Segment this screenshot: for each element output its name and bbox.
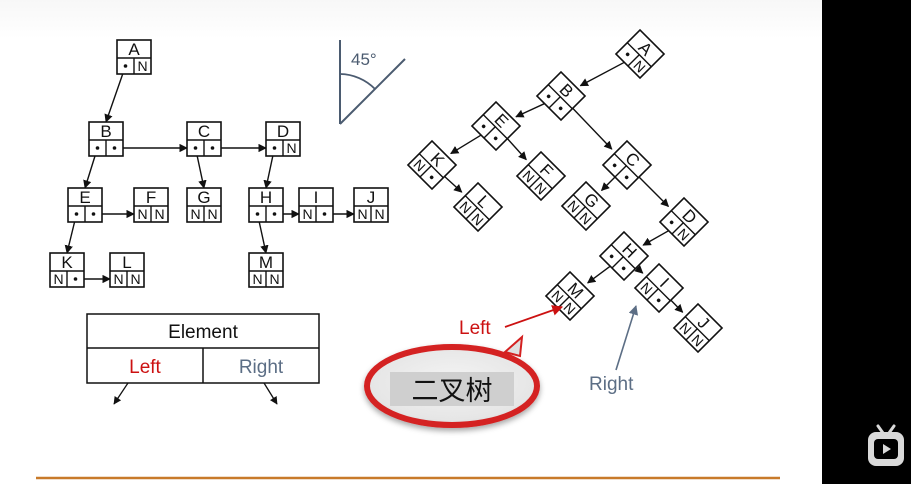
tree-node-label: E — [79, 188, 90, 207]
tree-node-label: G — [197, 188, 210, 207]
tree-left-null: N — [190, 206, 200, 222]
node-legend-element: Element — [168, 322, 238, 343]
tree-node-label: I — [314, 188, 319, 207]
tree-node-label: C — [198, 122, 210, 141]
left-pointer-arrow — [504, 305, 564, 328]
tree-left-pointer-dot — [95, 146, 100, 150]
tree-left-null: N — [113, 271, 123, 287]
tree-left-null: N — [137, 206, 147, 222]
tree-node-j: JN N — [353, 187, 389, 223]
rotation-angle-indicator: 45° — [339, 40, 406, 125]
tree-left-null: N — [302, 206, 312, 222]
tree-node-b: B — [88, 121, 124, 157]
binary-node-k: KN — [406, 139, 458, 191]
tree-left-pointer-dot — [74, 212, 79, 216]
binary-tree-callout: 二叉树 — [364, 334, 540, 428]
tree-left-null: N — [252, 271, 262, 287]
tree-node-label: L — [122, 253, 131, 272]
binary-node-a: AN — [614, 28, 666, 80]
binary-node-h: H — [598, 230, 650, 282]
tree-right-null: N — [207, 206, 217, 222]
left-pointer-label: Left — [459, 318, 491, 339]
tree-node-a: AN — [116, 39, 152, 75]
tree-nodes: ANB C DNE FN NGN NH INJN NKNLN NMN N — [49, 39, 389, 288]
angle-label: 45° — [351, 50, 377, 69]
tree-node-l: LN N — [109, 252, 145, 288]
tree-right-null: N — [137, 58, 147, 74]
legend-left-arrow — [113, 382, 129, 405]
tree-node-i: IN — [298, 187, 334, 223]
binary-node-f: FNN — [515, 150, 567, 202]
tree-node-label: B — [100, 122, 111, 141]
tree-right-pointer-dot — [91, 212, 96, 216]
tree-node-label: K — [61, 253, 73, 272]
binary-edge-a-b — [579, 58, 632, 87]
right-pointer-label: Right — [589, 374, 634, 395]
angle-arc — [339, 73, 376, 90]
tree-node-label: D — [277, 122, 289, 141]
tree-right-pointer-dot — [322, 212, 327, 216]
tree-node-m: MN N — [248, 252, 284, 288]
tree-right-pointer-dot — [272, 212, 277, 216]
node-legend-left: Left — [129, 357, 161, 378]
binary-node-e: E — [470, 100, 522, 152]
node-legend: Element Left Right — [86, 313, 320, 405]
tree-right-null: N — [154, 206, 164, 222]
slide-stage: ANBCDNEFNNGNNHINJNNKNLNNMNN Element Left… — [0, 0, 911, 484]
tree-node-e: E — [67, 187, 103, 223]
bilibili-tv-icon[interactable] — [866, 424, 906, 468]
node-legend-right: Right — [239, 357, 284, 378]
tree-node-label: H — [260, 188, 272, 207]
tree-right-pointer-dot — [73, 277, 78, 281]
binary-node-l: LNN — [452, 181, 504, 233]
tree-node-label: M — [259, 253, 273, 272]
tree-right-pointer-dot — [210, 146, 215, 150]
tree-node-label: J — [367, 188, 376, 207]
tree-right-pointer-dot — [112, 146, 117, 150]
legend-right-arrow — [263, 382, 278, 405]
slide: ANBCDNEFNNGNNHINJNNKNLNNMNN Element Left… — [0, 0, 822, 484]
tree-left-pointer-dot — [255, 212, 260, 216]
callout-tail — [502, 334, 524, 358]
tree-edges — [64, 65, 355, 284]
tree-node-d: DN — [265, 121, 301, 157]
binary-node-m: MNN — [544, 270, 596, 322]
callout-text: 二叉树 — [412, 376, 493, 406]
tree-right-null: N — [130, 271, 140, 287]
tree-left-pointer-dot — [193, 146, 198, 150]
binary-tree-diagram: ANB C DNE FN NGN NH INJN NKNLN NMN N Element Left… — [36, 28, 780, 480]
tree-node-h: H — [248, 187, 284, 223]
tree-right-null: N — [374, 206, 384, 222]
tree-left-null: N — [53, 271, 63, 287]
tree-node-f: FN N — [133, 187, 169, 223]
tree-node-label: F — [146, 188, 156, 207]
tree-left-null: N — [357, 206, 367, 222]
tree-node-g: GN N — [186, 187, 222, 223]
tree-node-label: A — [128, 40, 140, 59]
binary-edge-b-c — [567, 102, 613, 150]
video-sidebar — [822, 0, 911, 484]
tree-left-pointer-dot — [123, 64, 128, 68]
tree-left-pointer-dot — [272, 146, 277, 150]
right-pointer-arrow — [615, 305, 639, 371]
tree-right-null: N — [286, 140, 296, 156]
tree-right-null: N — [269, 271, 279, 287]
tree-node-c: C — [186, 121, 222, 157]
tree-node-k: KN — [49, 252, 85, 288]
